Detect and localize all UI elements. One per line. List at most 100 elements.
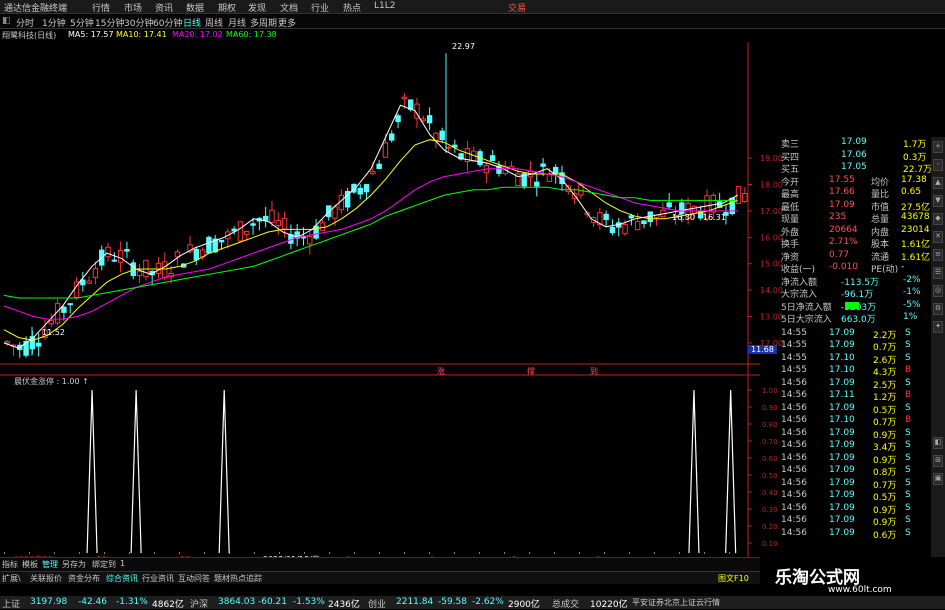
indicator-tab[interactable]: 管理 bbox=[42, 559, 58, 570]
candle-body bbox=[370, 170, 376, 175]
quote-value-2: - bbox=[901, 262, 905, 272]
trade-button[interactable]: 交易 bbox=[508, 1, 526, 14]
side-button[interactable]: ◧ bbox=[933, 437, 943, 449]
info-link[interactable]: 综合资讯 bbox=[106, 573, 138, 584]
period-tab[interactable]: 15分钟 bbox=[95, 16, 124, 29]
menu-item[interactable]: 行业 bbox=[311, 1, 329, 14]
sh-label[interactable]: 上证 bbox=[2, 597, 20, 610]
period-tab[interactable]: 5分钟 bbox=[70, 16, 94, 29]
price-tick-label: 19.00 bbox=[760, 154, 783, 163]
side-button[interactable]: ✕ bbox=[933, 231, 943, 243]
info-link[interactable]: 互动问答 bbox=[178, 573, 210, 584]
tick-volume: 4.3万 bbox=[873, 368, 897, 378]
period-tab[interactable]: 1分钟 bbox=[42, 16, 66, 29]
tick-row: 14:56 17.09 0.9万 S bbox=[781, 453, 929, 466]
period-toolbar: ◧ 分时 1分钟 5分钟 15分钟 30分钟 60分钟 日线 周线 月线 多周期… bbox=[0, 15, 945, 29]
candle-body bbox=[426, 115, 433, 124]
indicator-tab[interactable]: 指标 bbox=[2, 559, 18, 570]
side-button[interactable]: - bbox=[933, 159, 943, 171]
tick-volume: 0.9万 bbox=[873, 505, 897, 516]
info-link[interactable]: 关联报价 bbox=[30, 573, 62, 584]
info-link[interactable]: 题材热点追踪 bbox=[214, 573, 262, 584]
osc-tick-label: 0.30 bbox=[762, 506, 778, 514]
cy-amount: 2900亿 bbox=[508, 600, 540, 610]
side-button[interactable]: ≡ bbox=[933, 249, 943, 261]
osc-tick-label: 0.70 bbox=[762, 438, 778, 446]
side-button[interactable]: ▲ bbox=[933, 177, 943, 189]
cy-label[interactable]: 创业 bbox=[368, 597, 386, 610]
side-button[interactable]: ⚙ bbox=[933, 303, 943, 315]
candle-body bbox=[117, 249, 124, 263]
menu-item[interactable]: 热点 bbox=[343, 1, 361, 14]
quote-panel: 卖三 17.09 1.7万 买四 17.06 0.3万 买五 17.05 22.7万 今开 17.5… bbox=[781, 137, 932, 557]
ma20-value: MA20: 17.02 bbox=[172, 30, 223, 39]
tick-price: 17.09 bbox=[829, 402, 855, 413]
ma-line-ma10 bbox=[3, 139, 739, 341]
candle-body bbox=[357, 187, 363, 195]
menu-item[interactable]: L1L2 bbox=[374, 1, 395, 11]
period-tab[interactable]: 月线 bbox=[228, 16, 246, 29]
side-button[interactable]: ◆ bbox=[933, 213, 943, 225]
quote-row: 净流入额 -113.5万 -2% bbox=[781, 275, 929, 288]
menu-item[interactable]: 行情 bbox=[92, 1, 110, 14]
quote-row: 外盘 20664 内盘 23014 bbox=[781, 225, 930, 238]
app-title: 通达信金融终端 bbox=[4, 4, 68, 14]
tick-volume: 0.9万 bbox=[873, 518, 897, 528]
f10-link[interactable]: 图文F10 bbox=[718, 573, 749, 584]
tick-side: B bbox=[905, 390, 912, 400]
period-tab[interactable]: 30分钟 bbox=[124, 16, 153, 29]
quote-value-2: 27.5亿 bbox=[901, 202, 931, 213]
menu-item[interactable]: 资讯 bbox=[155, 1, 173, 14]
period-tab[interactable]: 多周期 bbox=[250, 16, 277, 29]
info-link[interactable]: 扩展\ bbox=[2, 573, 21, 584]
side-button[interactable]: ⊞ bbox=[933, 455, 943, 467]
side-button[interactable]: + bbox=[933, 141, 943, 153]
period-tab[interactable]: 周线 bbox=[205, 16, 223, 29]
quote-value: 17.66 bbox=[829, 187, 855, 197]
side-button[interactable]: ▣ bbox=[933, 473, 943, 485]
back-icon[interactable]: ◧ bbox=[2, 16, 11, 26]
candle-body bbox=[389, 133, 395, 141]
quote-value-2: 1% bbox=[903, 312, 918, 322]
candle-body bbox=[206, 236, 212, 254]
candle-body bbox=[634, 220, 641, 231]
indicator-tab[interactable]: 另存为 bbox=[62, 559, 86, 570]
tick-side: S bbox=[905, 490, 911, 500]
indicator-tab[interactable]: 1 bbox=[120, 559, 125, 568]
tick-price: 17.10 bbox=[829, 365, 855, 375]
period-tab[interactable]: 更多 bbox=[278, 16, 296, 29]
period-tab-active[interactable]: 日线 bbox=[183, 16, 201, 29]
info-link[interactable]: 行业资讯 bbox=[142, 573, 174, 584]
quote-value: -0.010 bbox=[829, 262, 859, 272]
oscillator-chart: 1.00 0.90 0.80 0.70 0.60 0.50 0.40 0.30 0.20 0.10… bbox=[4, 387, 778, 564]
hs-label[interactable]: 沪深 bbox=[190, 597, 208, 610]
menu-item[interactable]: 数据 bbox=[186, 1, 204, 14]
quote-label-2: 市值 bbox=[871, 202, 890, 213]
side-button[interactable]: ◎ bbox=[933, 285, 943, 297]
menu-item[interactable]: 市场 bbox=[124, 1, 142, 14]
osc-tick-label: 0.80 bbox=[762, 421, 778, 429]
side-toolbar[interactable]: + - ▲ ▼ ◆ ✕ ≡ ☰ ◎ ⚙ ✦ ◧ ⊞ ▣ bbox=[931, 137, 945, 557]
menu-item[interactable]: 文档 bbox=[280, 1, 298, 14]
tick-row: 14:55 17.09 0.7万 S bbox=[781, 340, 929, 353]
quote-row: 净资 0.77 流通 1.61亿 bbox=[781, 250, 930, 263]
quote-label-2: 内盘 bbox=[871, 227, 890, 238]
side-button[interactable]: ☰ bbox=[933, 267, 943, 279]
indicator-tab[interactable]: 模板 bbox=[22, 559, 38, 570]
quote-value-2: 0.3万 bbox=[903, 152, 927, 163]
tick-price: 17.09 bbox=[829, 440, 855, 450]
current-price-tag: 11.68 bbox=[748, 345, 777, 354]
cy-value: 2211.84 bbox=[396, 597, 434, 607]
menu-item[interactable]: 发现 bbox=[248, 1, 266, 14]
candle-body bbox=[420, 118, 426, 122]
side-button[interactable]: ▼ bbox=[933, 195, 943, 207]
period-tab[interactable]: 60分钟 bbox=[153, 16, 182, 29]
side-button[interactable]: ✦ bbox=[933, 321, 943, 333]
quote-label: 净资 bbox=[781, 252, 800, 263]
quote-row: 大宗流入 -96.1万 -1% bbox=[781, 287, 929, 300]
tick-price: 17.09 bbox=[829, 465, 855, 475]
indicator-tab[interactable]: 绑定到 bbox=[92, 559, 116, 570]
info-link[interactable]: 资金分布 bbox=[68, 573, 100, 584]
period-tab[interactable]: 分时 bbox=[16, 16, 34, 29]
menu-item[interactable]: 期权 bbox=[218, 1, 236, 14]
